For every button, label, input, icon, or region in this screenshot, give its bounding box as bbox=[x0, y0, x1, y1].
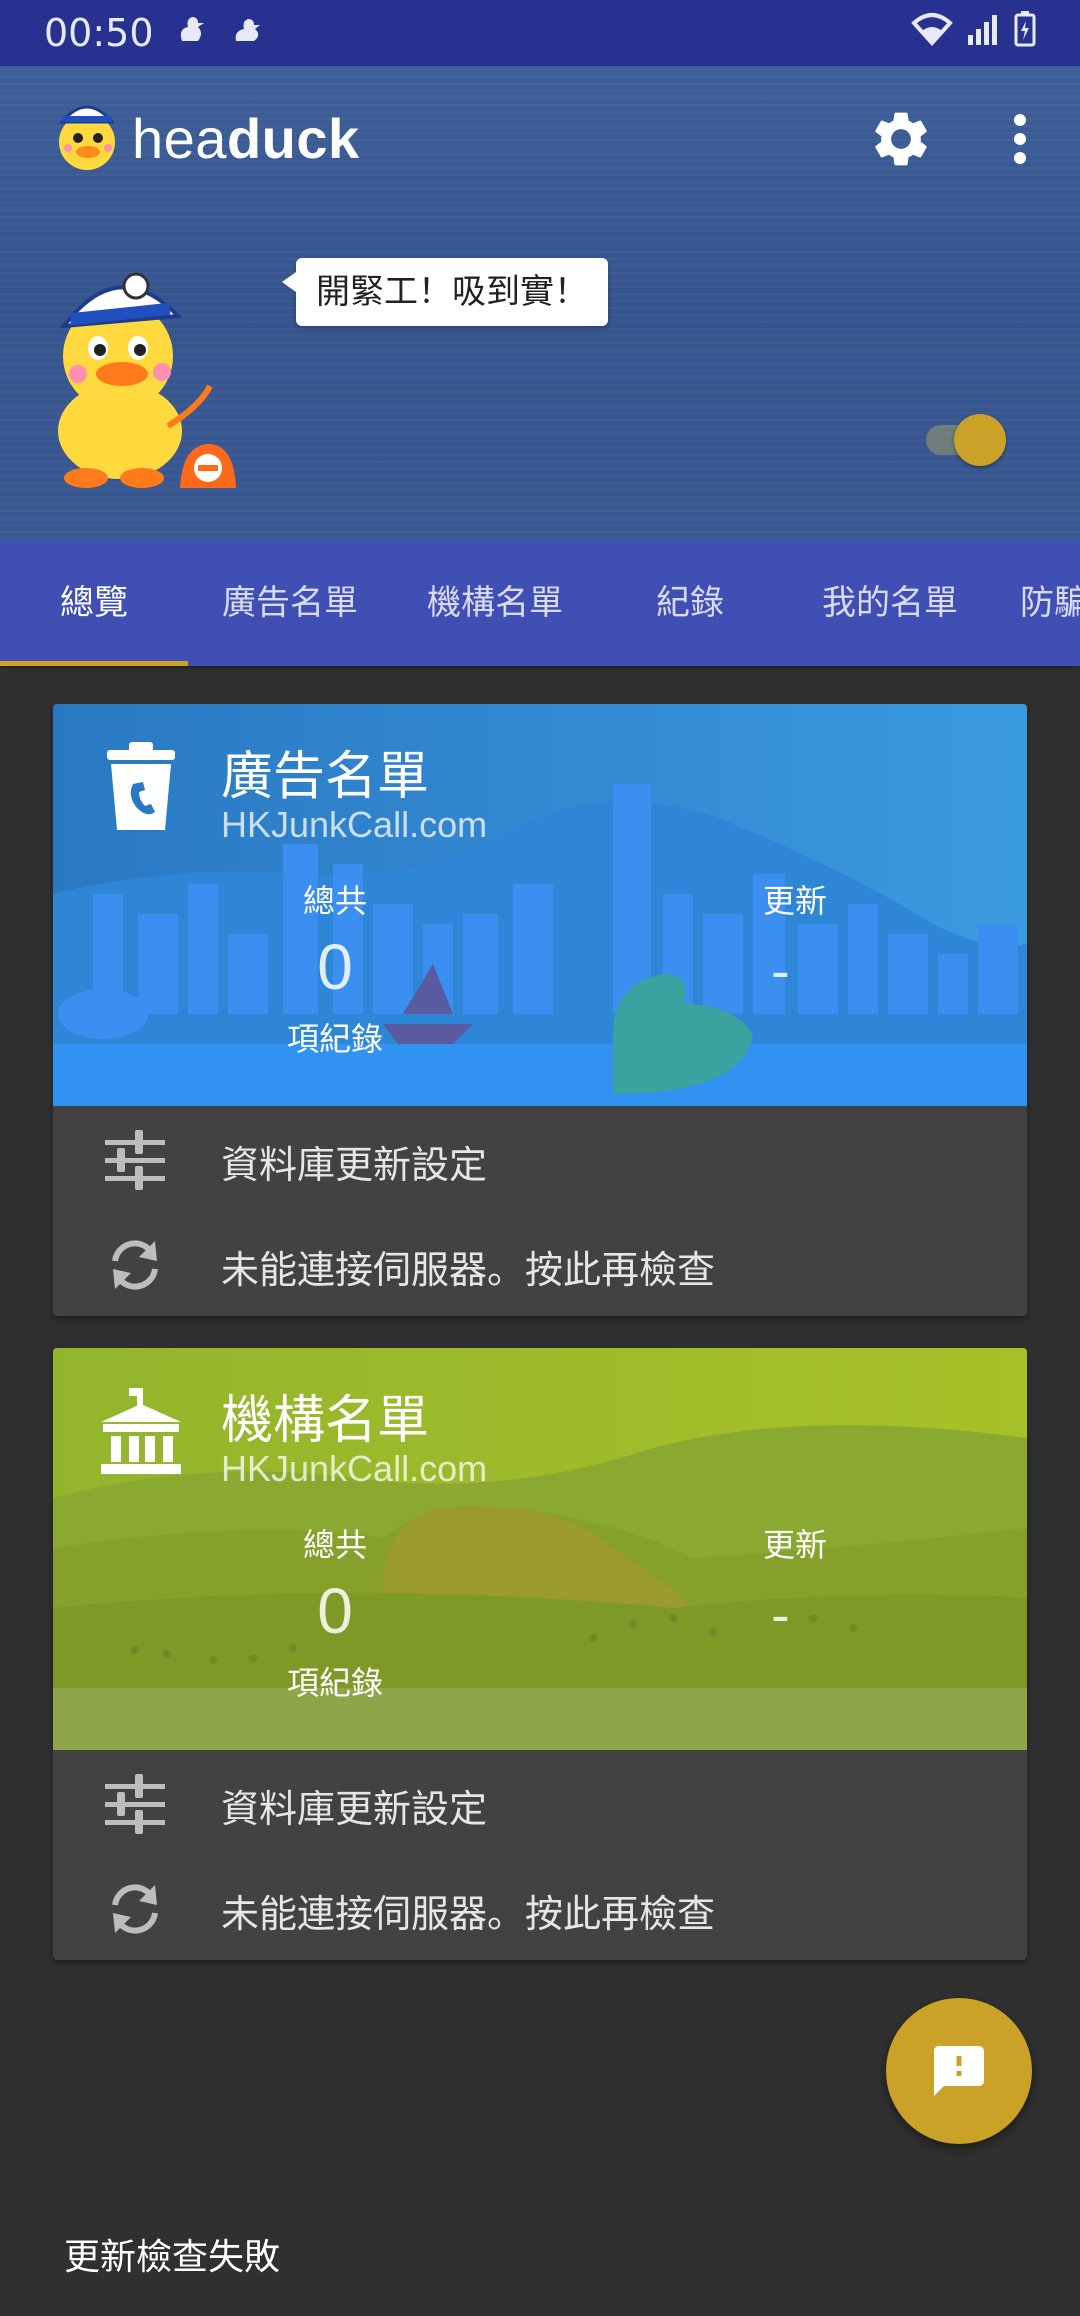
snackbar-message: 更新檢查失敗 bbox=[64, 2237, 281, 2278]
ad-list-card: 廣告名單 HKJunkCall.com 總共 0 項紀錄 更新 - 資料庫更新設… bbox=[53, 704, 1027, 1316]
app-header: headuck 開緊工！吸到實！ bbox=[0, 66, 1080, 540]
total-unit: 項紀錄 bbox=[286, 1020, 383, 1058]
updated-value: - bbox=[771, 942, 790, 1002]
total-label: 總共 bbox=[302, 882, 367, 920]
mountain-landscape-illustration bbox=[53, 1348, 1027, 1750]
tab-records[interactable]: 紀錄 bbox=[610, 540, 770, 666]
tab-overview[interactable]: 總覽 bbox=[0, 540, 188, 666]
tab-anti-fraud[interactable]: 防騙 bbox=[1020, 540, 1080, 666]
blocking-toggle[interactable] bbox=[922, 410, 1008, 470]
retry-connection-row[interactable]: 未能連接伺服器。按此再檢查 bbox=[53, 1855, 1027, 1960]
duck-notification-icon bbox=[230, 11, 266, 56]
card-hero[interactable]: 廣告名單 HKJunkCall.com 總共 0 項紀錄 更新 - bbox=[53, 704, 1027, 1106]
updated-label: 更新 bbox=[762, 882, 827, 920]
updated-label: 更新 bbox=[762, 1526, 827, 1564]
wifi-icon bbox=[910, 11, 954, 56]
app-logo-icon bbox=[52, 94, 122, 172]
tab-my-list[interactable]: 我的名單 bbox=[790, 540, 990, 666]
duck-mascot-icon bbox=[50, 256, 260, 491]
more-vert-icon bbox=[1014, 114, 1026, 164]
tab-ad-list[interactable]: 廣告名單 bbox=[190, 540, 390, 666]
trash-phone-icon bbox=[93, 740, 189, 836]
tune-icon bbox=[105, 1130, 165, 1190]
feedback-icon bbox=[934, 2046, 984, 2096]
battery-icon bbox=[1014, 10, 1036, 56]
feedback-fab-button[interactable] bbox=[886, 1998, 1032, 2144]
total-value: 0 bbox=[317, 1575, 353, 1647]
retry-connection-label: 未能連接伺服器。按此再檢查 bbox=[221, 1248, 716, 1292]
duck-notification-icon bbox=[174, 11, 210, 56]
app-title: headuck bbox=[132, 107, 360, 170]
db-update-settings-row[interactable]: 資料庫更新設定 bbox=[53, 1106, 1027, 1211]
card-title: 機構名單 bbox=[221, 1391, 430, 1451]
status-time: 00:50 bbox=[44, 11, 154, 55]
toggle-thumb bbox=[954, 414, 1006, 466]
refresh-icon bbox=[112, 1240, 158, 1290]
institution-list-card: 機構名單 HKJunkCall.com 總共 0 項紀錄 更新 - 資料庫更新設… bbox=[53, 1348, 1027, 1960]
total-value: 0 bbox=[317, 931, 353, 1003]
gear-icon bbox=[875, 112, 927, 166]
tab-indicator bbox=[0, 661, 188, 666]
total-label: 總共 bbox=[302, 1526, 367, 1564]
card-hero[interactable]: 機構名單 HKJunkCall.com 總共 0 項紀錄 更新 - bbox=[53, 1348, 1027, 1750]
tab-bar: 總覽 廣告名單 機構名單 紀錄 我的名單 防騙 bbox=[0, 540, 1080, 666]
refresh-icon bbox=[112, 1884, 158, 1934]
db-update-settings-label: 資料庫更新設定 bbox=[221, 1787, 488, 1831]
retry-connection-row[interactable]: 未能連接伺服器。按此再檢查 bbox=[53, 1211, 1027, 1316]
db-update-settings-row[interactable]: 資料庫更新設定 bbox=[53, 1750, 1027, 1855]
toolbar: headuck bbox=[0, 66, 1080, 216]
card-title: 廣告名單 bbox=[221, 747, 430, 807]
more-options-button[interactable] bbox=[990, 106, 1050, 172]
db-update-settings-label: 資料庫更新設定 bbox=[221, 1143, 488, 1187]
card-source: HKJunkCall.com bbox=[221, 804, 488, 845]
retry-connection-label: 未能連接伺服器。按此再檢查 bbox=[221, 1892, 716, 1936]
speech-bubble: 開緊工！吸到實！ bbox=[282, 258, 608, 326]
updated-value: - bbox=[771, 1586, 790, 1646]
settings-button[interactable] bbox=[868, 106, 934, 172]
status-bar: 00:50 bbox=[0, 0, 1080, 66]
tab-institution-list[interactable]: 機構名單 bbox=[395, 540, 595, 666]
total-unit: 項紀錄 bbox=[286, 1664, 383, 1702]
signal-icon bbox=[966, 11, 1002, 56]
city-skyline-illustration bbox=[53, 704, 1027, 1106]
institution-icon bbox=[93, 1384, 189, 1480]
card-source: HKJunkCall.com bbox=[221, 1448, 488, 1489]
tune-icon bbox=[105, 1774, 165, 1834]
